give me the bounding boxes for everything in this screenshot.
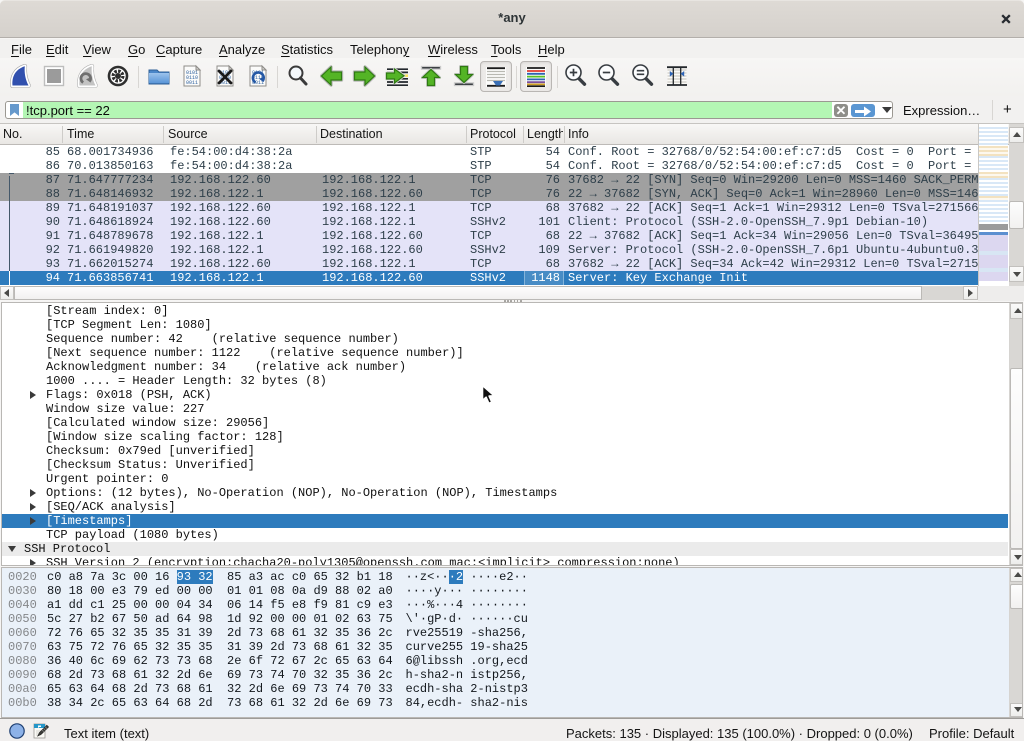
svg-text:0011: 0011 xyxy=(186,80,198,86)
